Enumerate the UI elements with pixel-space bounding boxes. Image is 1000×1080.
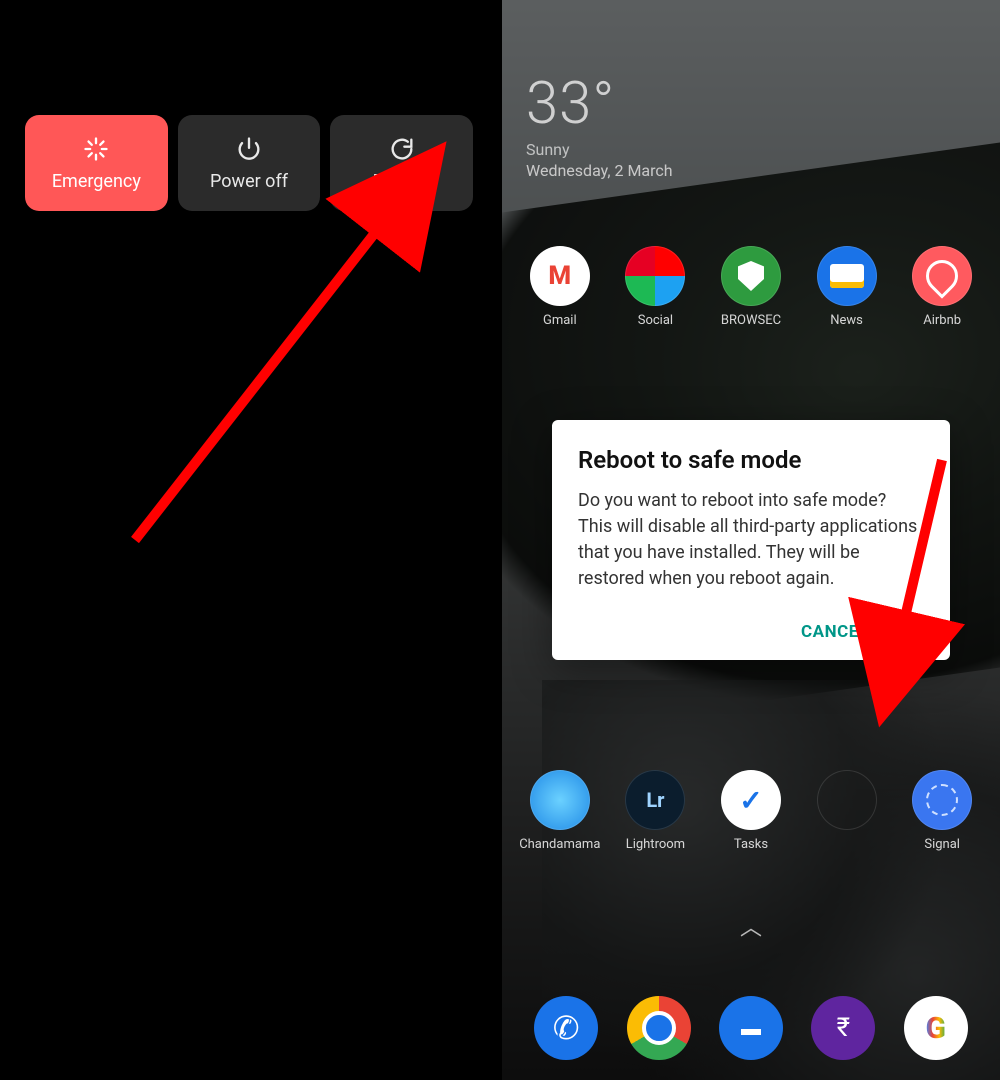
news-icon [817,246,877,306]
emergency-button[interactable]: Emergency [25,115,168,211]
blank-icon [817,770,877,830]
app-label: Tasks [734,838,768,853]
app-label: Chandamama [519,838,600,853]
app-chandamama[interactable]: Chandamama [515,770,605,853]
app-row-2: Chandamama Lightroom Tasks Signal [502,770,1000,853]
app-airbnb[interactable]: Airbnb [897,246,987,329]
poweroff-label: Power off [210,171,288,192]
app-social[interactable]: Social [610,246,700,329]
date-label: Wednesday, 2 March [526,161,673,180]
app-browsec[interactable]: BROWSEC [706,246,796,329]
power-button-row: Emergency Power off Restart [0,0,498,211]
restart-label: Restart [373,171,431,192]
dock-google[interactable] [904,996,968,1060]
power-menu-screen: Emergency Power off Restart [0,0,498,1080]
airbnb-icon [912,246,972,306]
cancel-button[interactable]: CANCEL [801,622,868,642]
restart-icon [388,135,416,163]
signal-icon [912,770,972,830]
app-label: Signal [924,838,960,853]
app-empty [802,770,892,853]
condition-label: Sunny [526,140,673,159]
dock-phonepe[interactable] [811,996,875,1060]
tasks-icon [721,770,781,830]
restart-button[interactable]: Restart [330,115,473,211]
emergency-label: Emergency [52,171,141,192]
poweroff-button[interactable]: Power off [178,115,321,211]
ok-button[interactable]: OK [900,622,924,642]
chandamama-icon [530,770,590,830]
app-tasks[interactable]: Tasks [706,770,796,853]
dock-chrome[interactable] [627,996,691,1060]
home-screen: 33° Sunny Wednesday, 2 March Gmail Socia… [502,0,1000,1080]
gmail-icon [530,246,590,306]
safe-mode-dialog: Reboot to safe mode Do you want to reboo… [552,420,950,660]
app-label: BROWSEC [721,314,781,329]
lightroom-icon [625,770,685,830]
dialog-body: Do you want to reboot into safe mode? Th… [578,488,924,592]
weather-widget[interactable]: 33° Sunny Wednesday, 2 March [526,70,673,180]
dock [502,996,1000,1060]
dialog-actions: CANCEL OK [578,622,924,642]
app-gmail[interactable]: Gmail [515,246,605,329]
app-label: Airbnb [923,314,961,329]
app-label: News [830,314,863,329]
app-label: Lightroom [626,838,685,853]
app-news[interactable]: News [802,246,892,329]
browsec-icon [721,246,781,306]
power-icon [235,135,263,163]
social-folder-icon [625,246,685,306]
app-drawer-handle[interactable]: ︿ [740,910,762,942]
app-row-1: Gmail Social BROWSEC News Airbnb [502,246,1000,329]
app-label: Social [638,314,673,329]
dock-messages[interactable] [719,996,783,1060]
dialog-title: Reboot to safe mode [578,446,924,474]
emergency-icon [82,135,110,163]
app-lightroom[interactable]: Lightroom [610,770,700,853]
dock-phone[interactable] [534,996,598,1060]
temperature-label: 33° [526,70,673,138]
app-signal[interactable]: Signal [897,770,987,853]
app-label: Gmail [543,314,577,329]
